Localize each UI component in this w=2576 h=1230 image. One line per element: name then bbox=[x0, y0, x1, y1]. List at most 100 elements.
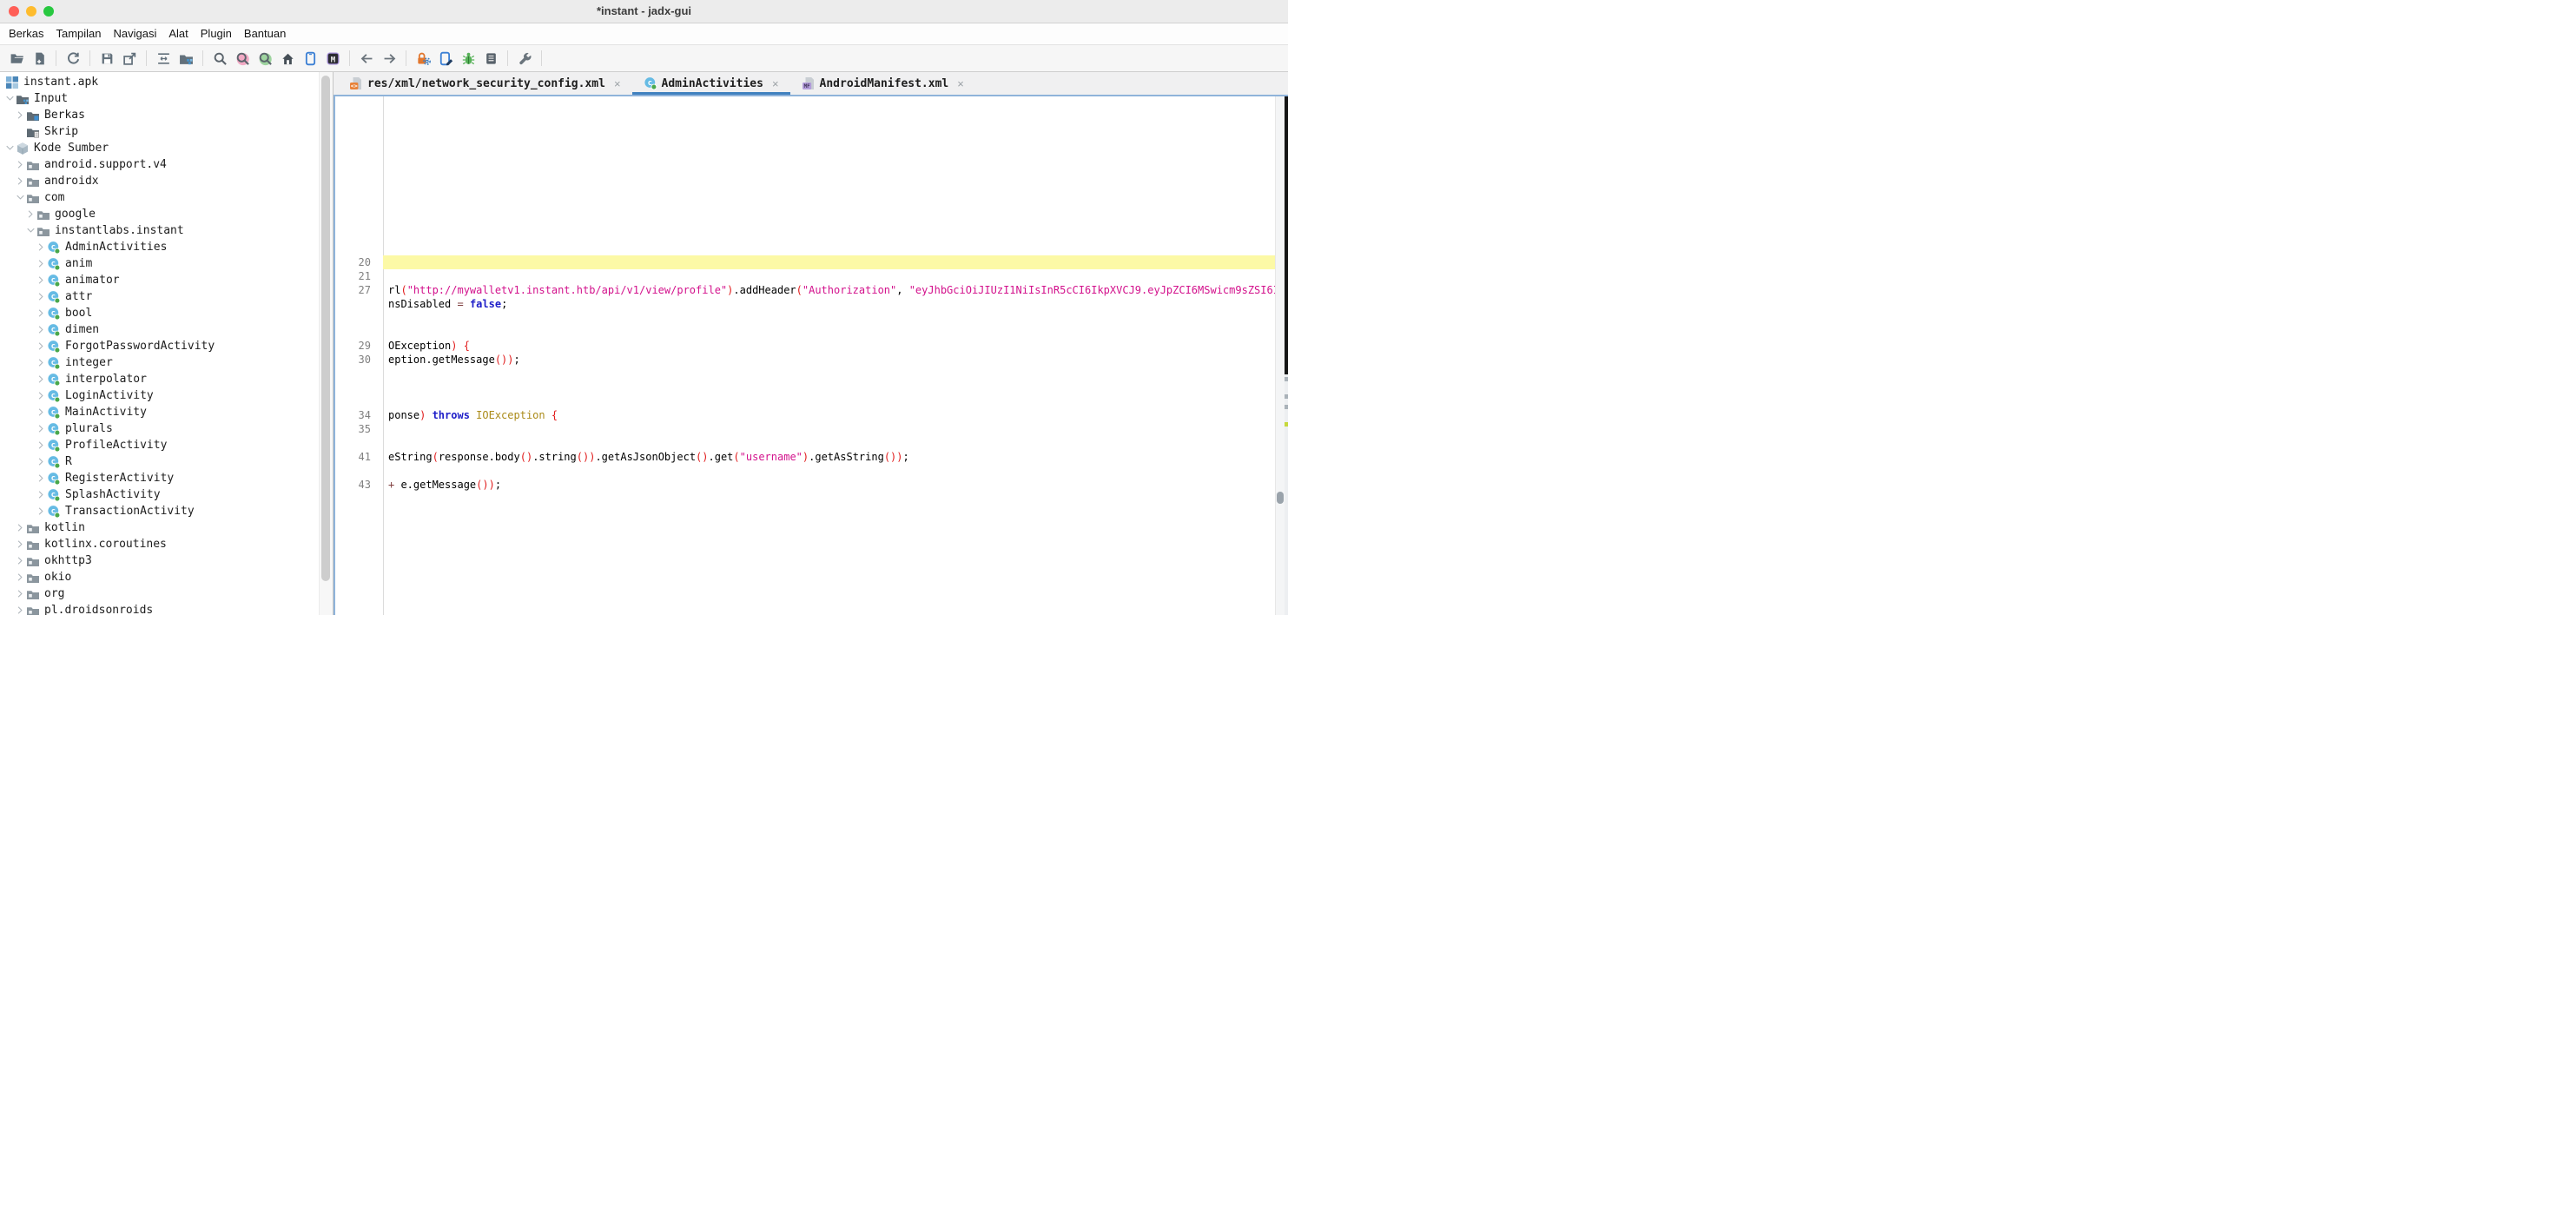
chevron-right-icon[interactable] bbox=[36, 506, 46, 516]
tree-sync-button[interactable] bbox=[175, 48, 196, 69]
chevron-right-icon[interactable] bbox=[15, 523, 25, 532]
code-line[interactable] bbox=[335, 394, 1288, 408]
code-line-43[interactable]: 43+ e.getMessage()); bbox=[335, 478, 1288, 492]
tree-item-com[interactable]: com bbox=[0, 189, 333, 206]
editor-tab-androidmanifest-xml[interactable]: MFAndroidManifest.xml× bbox=[790, 72, 975, 95]
chevron-right-icon[interactable] bbox=[36, 424, 46, 433]
menu-item-alat[interactable]: Alat bbox=[162, 23, 194, 44]
tree-item-okhttp3[interactable]: okhttp3 bbox=[0, 552, 333, 569]
chevron-right-icon[interactable] bbox=[36, 457, 46, 466]
editor-tab-res-xml-network-security-config-xml[interactable]: <>res/xml/network_security_config.xml× bbox=[338, 72, 632, 95]
error-strip-mark[interactable] bbox=[1285, 405, 1288, 409]
tree-scrollbar-thumb[interactable] bbox=[321, 76, 330, 581]
menu-item-navigasi[interactable]: Navigasi bbox=[108, 23, 163, 44]
tree-item-loginactivity[interactable]: cLoginActivity bbox=[0, 387, 333, 404]
tab-close-icon[interactable]: × bbox=[957, 78, 964, 89]
menu-item-bantuan[interactable]: Bantuan bbox=[238, 23, 292, 44]
log-button[interactable] bbox=[480, 48, 501, 69]
tree-item-integer[interactable]: cinteger bbox=[0, 354, 333, 371]
chevron-right-icon[interactable] bbox=[36, 325, 46, 334]
chevron-right-icon[interactable] bbox=[36, 407, 46, 417]
code-line[interactable] bbox=[335, 367, 1288, 380]
m-badge-button[interactable]: M bbox=[322, 48, 343, 69]
chevron-right-icon[interactable] bbox=[25, 209, 36, 219]
code-line[interactable] bbox=[335, 325, 1288, 339]
tree-item-mainactivity[interactable]: cMainActivity bbox=[0, 404, 333, 420]
chevron-right-icon[interactable] bbox=[15, 160, 25, 169]
tree-item-animator[interactable]: canimator bbox=[0, 272, 333, 288]
tree-item-berkas[interactable]: Berkas bbox=[0, 107, 333, 123]
chevron-right-icon[interactable] bbox=[15, 556, 25, 565]
error-strip-mark[interactable] bbox=[1285, 394, 1288, 399]
tree-item-instantlabs-instant[interactable]: instantlabs.instant bbox=[0, 222, 333, 239]
chevron-right-icon[interactable] bbox=[36, 275, 46, 285]
chevron-down-icon[interactable] bbox=[15, 193, 25, 202]
tree-item-kode-sumber[interactable]: Kode Sumber bbox=[0, 140, 333, 156]
tree-item-kotlin[interactable]: kotlin bbox=[0, 519, 333, 536]
tree-item-input[interactable]: Input bbox=[0, 90, 333, 107]
editor-scrollbar-track[interactable] bbox=[1275, 96, 1285, 615]
chevron-right-icon[interactable] bbox=[36, 292, 46, 301]
chevron-right-icon[interactable] bbox=[36, 259, 46, 268]
chevron-right-icon[interactable] bbox=[15, 110, 25, 120]
editor-scrollbar-thumb[interactable] bbox=[1277, 492, 1284, 504]
code-line[interactable] bbox=[335, 464, 1288, 478]
wrench-button[interactable] bbox=[514, 48, 535, 69]
chevron-right-icon[interactable] bbox=[15, 539, 25, 549]
tree-item-plurals[interactable]: cplurals bbox=[0, 420, 333, 437]
chevron-right-icon[interactable] bbox=[36, 473, 46, 483]
tree-item-anim[interactable]: canim bbox=[0, 255, 333, 272]
tree-scrollbar[interactable] bbox=[319, 72, 333, 615]
export-button[interactable] bbox=[119, 48, 140, 69]
chevron-right-icon[interactable] bbox=[15, 589, 25, 598]
bug-button[interactable] bbox=[458, 48, 479, 69]
tab-close-icon[interactable]: × bbox=[772, 78, 779, 89]
error-strip-mark[interactable] bbox=[1285, 422, 1288, 427]
code-line-27[interactable]: 27rl("http://mywalletv1.instant.htb/api/… bbox=[335, 283, 1288, 297]
code-line[interactable] bbox=[335, 436, 1288, 450]
chevron-down-icon[interactable] bbox=[4, 143, 15, 153]
open-folder-button[interactable] bbox=[6, 48, 27, 69]
back-button[interactable] bbox=[356, 48, 377, 69]
menu-item-tampilan[interactable]: Tampilan bbox=[50, 23, 107, 44]
code-line-41[interactable]: 41eString(response.body().string()).getA… bbox=[335, 450, 1288, 464]
code-line-30[interactable]: 30eption.getMessage()); bbox=[335, 353, 1288, 367]
chevron-right-icon[interactable] bbox=[36, 308, 46, 318]
code-line[interactable]: nsDisabled = false; bbox=[335, 297, 1288, 311]
chevron-right-icon[interactable] bbox=[36, 490, 46, 499]
tab-close-icon[interactable]: × bbox=[614, 78, 621, 89]
deobfuscation-button[interactable] bbox=[413, 48, 433, 69]
refresh-button[interactable] bbox=[63, 48, 83, 69]
home-button[interactable] bbox=[277, 48, 298, 69]
tree-item-interpolator[interactable]: cinterpolator bbox=[0, 371, 333, 387]
tree-item-android-support-v4[interactable]: android.support.v4 bbox=[0, 156, 333, 173]
search-code-button[interactable] bbox=[232, 48, 253, 69]
code-line[interactable] bbox=[335, 311, 1288, 325]
chevron-right-icon[interactable] bbox=[36, 358, 46, 367]
error-strip-mark[interactable] bbox=[1285, 377, 1288, 381]
fit-width-button[interactable] bbox=[153, 48, 174, 69]
tree-item-androidx[interactable]: androidx bbox=[0, 173, 333, 189]
device-button[interactable] bbox=[300, 48, 320, 69]
code-line-21[interactable]: 21 bbox=[335, 269, 1288, 283]
chevron-right-icon[interactable] bbox=[15, 605, 25, 615]
add-file-button[interactable] bbox=[29, 48, 50, 69]
tree-item-bool[interactable]: cbool bbox=[0, 305, 333, 321]
tree-item-dimen[interactable]: cdimen bbox=[0, 321, 333, 338]
chevron-right-icon[interactable] bbox=[15, 176, 25, 186]
chevron-right-icon[interactable] bbox=[15, 572, 25, 582]
code-line-34[interactable]: 34ponse) throws IOException { bbox=[335, 408, 1288, 422]
device-edit-button[interactable] bbox=[435, 48, 456, 69]
tree-item-google[interactable]: google bbox=[0, 206, 333, 222]
chevron-down-icon[interactable] bbox=[25, 226, 36, 235]
menu-item-berkas[interactable]: Berkas bbox=[3, 23, 50, 44]
menu-item-plugin[interactable]: Plugin bbox=[195, 23, 238, 44]
search-button[interactable] bbox=[209, 48, 230, 69]
tree-item-registeractivity[interactable]: cRegisterActivity bbox=[0, 470, 333, 486]
code-line[interactable] bbox=[335, 380, 1288, 394]
tree-item-instant-apk[interactable]: instant.apk bbox=[0, 74, 333, 90]
tree-item-profileactivity[interactable]: cProfileActivity bbox=[0, 437, 333, 453]
editor-tab-adminactivities[interactable]: cAdminActivities× bbox=[632, 72, 790, 95]
chevron-right-icon[interactable] bbox=[36, 391, 46, 400]
tree-item-pl-droidsonroids[interactable]: pl.droidsonroids bbox=[0, 602, 333, 615]
